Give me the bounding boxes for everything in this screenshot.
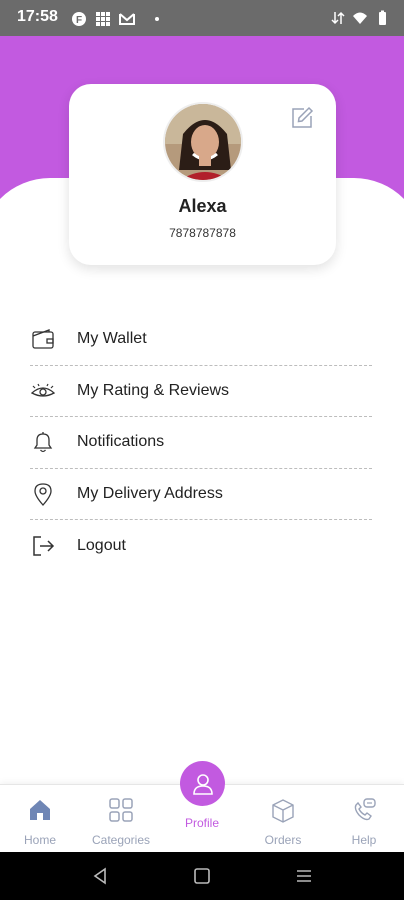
wifi-icon <box>353 12 367 24</box>
menu-item-delivery-address[interactable]: My Delivery Address <box>30 469 372 520</box>
user-icon <box>192 773 213 795</box>
nav-item-categories[interactable]: Categories <box>81 785 161 853</box>
menu-item-label: My Delivery Address <box>77 484 223 502</box>
menu-item-label: My Wallet <box>77 330 147 348</box>
menu-item-wallet[interactable]: My Wallet <box>30 314 372 366</box>
eye-icon <box>30 378 56 404</box>
home-button-icon[interactable] <box>192 866 212 886</box>
phone-help-icon <box>354 798 376 821</box>
profile-card: Alexa 7878787878 <box>69 84 336 265</box>
avatar[interactable] <box>163 102 243 182</box>
menu-item-label: Logout <box>77 536 126 554</box>
nav-item-orders[interactable]: Orders <box>243 785 323 853</box>
status-system-icons <box>330 10 390 26</box>
categories-icon <box>109 798 133 822</box>
bell-icon <box>30 429 56 455</box>
status-notification-icons: F <box>71 11 159 27</box>
nav-label-profile: Profile <box>184 816 219 830</box>
battery-icon <box>379 10 386 25</box>
logout-icon <box>30 533 56 559</box>
avatar-image <box>165 104 241 180</box>
status-bar: 17:58 F <box>0 0 404 36</box>
wallet-icon <box>30 326 56 352</box>
app-notification-icon: F <box>72 12 86 26</box>
data-arrows-icon <box>331 11 345 25</box>
menu-item-notifications[interactable]: Notifications <box>30 417 372 469</box>
nav-label: Orders <box>264 833 302 847</box>
nav-item-profile[interactable] <box>180 761 225 806</box>
menu-item-logout[interactable]: Logout <box>30 520 372 572</box>
status-time: 17:58 <box>17 8 58 25</box>
home-icon <box>30 800 50 820</box>
nav-label: Help <box>351 833 377 847</box>
nav-label: Categories <box>91 833 151 847</box>
nav-item-home[interactable]: Home <box>0 785 80 853</box>
menu-item-label: Notifications <box>77 433 165 451</box>
svg-text:F: F <box>76 15 82 26</box>
nav-label: Home <box>23 833 56 847</box>
back-icon[interactable] <box>90 866 110 886</box>
nav-item-help[interactable]: Help <box>324 785 404 853</box>
mail-notification-icon <box>119 13 135 25</box>
android-navigation-bar <box>0 852 404 900</box>
location-pin-icon <box>30 481 56 507</box>
profile-menu: My Wallet My Rating & Reviews Notificati… <box>30 314 372 572</box>
more-notifications-dot <box>155 17 159 21</box>
menu-item-label: My Rating & Reviews <box>77 381 230 399</box>
box-icon <box>272 799 294 823</box>
edit-profile-icon[interactable] <box>290 106 314 130</box>
recents-icon[interactable] <box>294 866 314 886</box>
menu-item-rating-reviews[interactable]: My Rating & Reviews <box>30 366 372 417</box>
profile-name: Alexa <box>178 196 227 216</box>
grid-notification-icon <box>96 12 110 26</box>
profile-phone: 7878787878 <box>169 226 236 240</box>
